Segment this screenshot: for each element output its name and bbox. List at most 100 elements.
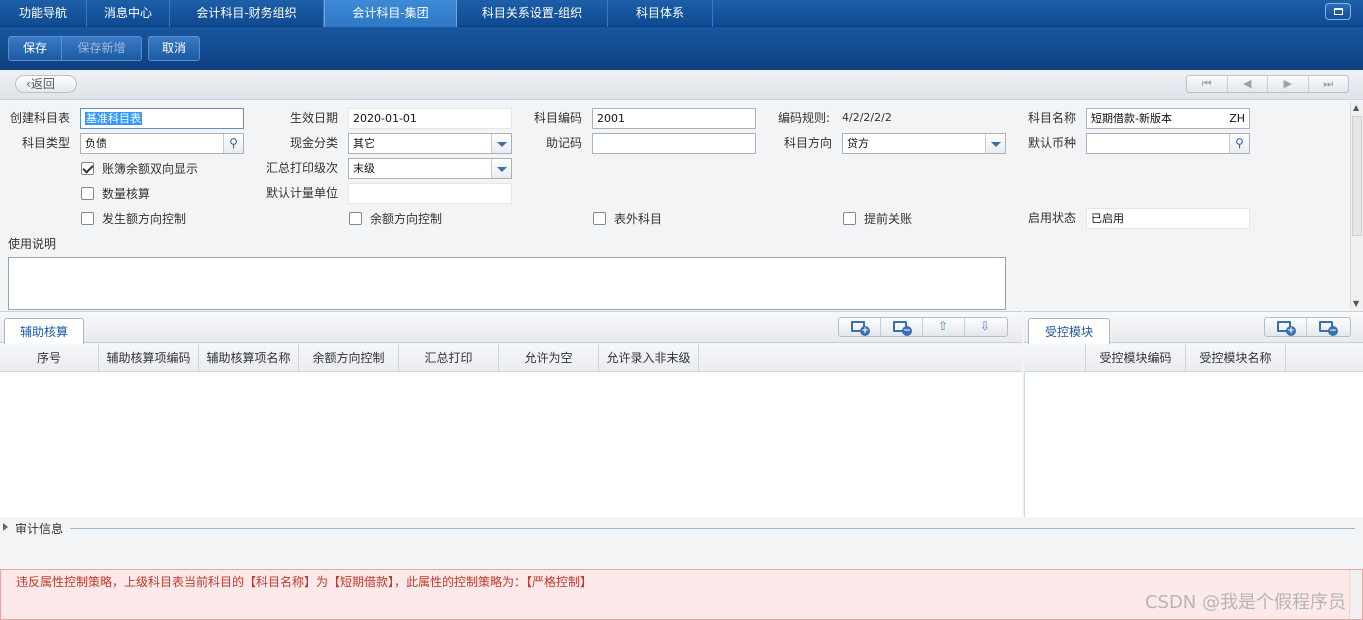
column-header[interactable]: 受控模块名称 [1186,344,1286,372]
tab-account-relation-org[interactable]: 科目关系设置-组织 [457,0,608,27]
quantity-label: 数量核算 [102,187,151,201]
ctrl-panel-header: 受控模块 [1024,311,1363,345]
move-up-button[interactable]: ⇧ [923,318,965,336]
account-name-field[interactable]: 短期借款-新版本 ZH [1086,108,1250,129]
arrow-up-icon: ⇧ [938,319,949,333]
code-rule-label: 编码规则: [777,111,830,125]
create-table-label: 创建科目表 [9,111,70,125]
column-header[interactable]: 序号 [0,344,99,372]
early-close-label: 提前关账 [864,212,913,226]
quantity-checkbox[interactable] [81,187,94,200]
add-module-button[interactable] [1265,318,1307,336]
move-down-button[interactable]: ⇩ [965,318,1007,336]
ctrl-table-body[interactable] [1024,372,1363,517]
account-type-field[interactable]: 负债 ⚲ [80,133,244,154]
create-table-field[interactable]: 基准科目表 [80,108,244,129]
chevron-down-icon[interactable] [985,134,1005,153]
search-icon[interactable]: ⚲ [223,134,243,153]
status-field: 已启用 [1086,208,1250,229]
effective-date-field[interactable]: 2020-01-01 [348,108,512,129]
status-label: 启用状态 [1027,211,1076,225]
usage-textarea[interactable] [8,257,1006,310]
direction-select[interactable]: 贷方 [842,133,1006,154]
tab-message-center[interactable]: 消息中心 [87,0,170,27]
scroll-down-icon[interactable]: ▼ [1353,299,1359,308]
delete-row-icon [1319,321,1338,336]
top-tab-bar: 功能导航 消息中心 会计科目-财务组织 会计科目-集团 科目关系设置-组织 科目… [0,0,1363,27]
window-icon [1334,8,1343,15]
arrow-down-icon: ⇩ [980,319,991,333]
window-restore-button[interactable] [1325,3,1351,20]
save-new-button[interactable]: 保存新增 [62,37,141,60]
language-indicator[interactable]: ZH [1229,109,1245,128]
unit-field[interactable] [348,183,512,204]
account-code-field[interactable]: 2001 [592,108,756,129]
ledger-balance-checkbox[interactable] [81,162,94,175]
tab-function-nav[interactable]: 功能导航 [0,0,87,27]
tab-aux-accounting[interactable]: 辅助核算 [4,318,84,345]
currency-field[interactable]: ⚲ [1086,133,1250,154]
account-form: 创建科目表 基准科目表 生效日期 2020-01-01 科目编码 2001 编码… [0,100,1350,310]
cancel-button-group: 取消 [148,36,200,61]
ledger-balance-label: 账簿余额双向显示 [102,162,199,176]
cancel-button[interactable]: 取消 [149,37,199,60]
back-button[interactable]: ‹返回 [15,75,77,93]
column-header[interactable]: 受控模块编码 [1086,344,1186,372]
aux-panel-header: 辅助核算 ⇧ ⇩ [0,311,1022,345]
early-close-checkbox[interactable] [843,212,856,225]
ctrl-table-header: 受控模块编码 受控模块名称 [1024,344,1363,372]
tab-account-group[interactable]: 会计科目-集团 [324,0,457,27]
scroll-up-icon[interactable]: ▲ [1353,103,1359,112]
occurrence-control-checkbox[interactable] [81,212,94,225]
last-record-icon[interactable]: ⏭ [1309,76,1349,92]
mnemonic-field[interactable] [592,133,756,154]
code-rule-value: 4/2/2/2/2 [842,111,892,124]
audit-toggle[interactable]: 审计信息 [15,520,63,537]
delete-module-button[interactable] [1307,318,1349,336]
next-record-icon[interactable]: ▶ [1268,76,1309,92]
add-row-icon [1277,321,1296,336]
cash-class-label: 现金分类 [289,136,338,150]
add-row-button[interactable] [839,318,881,336]
column-header[interactable]: 辅助核算项编码 [99,344,199,372]
column-header[interactable]: 汇总打印 [399,344,499,372]
search-icon[interactable]: ⚲ [1229,134,1249,153]
offbook-label: 表外科目 [614,212,663,226]
column-header[interactable]: 允许为空 [499,344,599,372]
tab-account-finance-org[interactable]: 会计科目-财务组织 [170,0,324,27]
offbook-checkbox[interactable] [593,212,606,225]
prev-record-icon[interactable]: ◀ [1228,76,1268,92]
chevron-down-icon[interactable] [491,159,511,178]
chevron-down-icon[interactable] [491,134,511,153]
unit-label: 默认计量单位 [265,186,338,200]
effective-date-label: 生效日期 [289,111,338,125]
tab-account-system[interactable]: 科目体系 [608,0,713,27]
cash-class-select[interactable]: 其它 [348,133,512,154]
add-row-icon [851,321,870,336]
error-scrollbar[interactable] [1349,570,1362,619]
form-scrollbar[interactable]: ▲ ▼ [1350,102,1363,309]
expand-triangle-icon[interactable] [3,523,8,531]
first-record-icon[interactable]: ⏮ [1187,76,1228,92]
column-header[interactable]: 允许录入非末级 [599,344,699,372]
summary-level-label: 汇总打印级次 [265,161,338,175]
watermark: CSDN @我是个假程序员 [1144,592,1346,613]
account-code-label: 科目编码 [533,111,582,125]
balance-direction-label: 余额方向控制 [370,212,443,226]
direction-label: 科目方向 [783,136,832,150]
delete-row-button[interactable] [881,318,923,336]
divider [70,528,1355,529]
summary-level-select[interactable]: 末级 [348,158,512,179]
tab-controlled-modules[interactable]: 受控模块 [1028,318,1110,345]
scroll-thumb[interactable] [1352,116,1362,236]
balance-direction-checkbox[interactable] [349,212,362,225]
aux-table-body[interactable] [0,372,1022,517]
back-bar: ‹返回 ⏮ ◀ ▶ ⏭ [0,70,1363,100]
save-button-group: 保存 保存新增 [8,36,142,61]
account-type-label: 科目类型 [21,136,70,150]
save-button[interactable]: 保存 [9,37,61,60]
account-name-label: 科目名称 [1027,111,1076,125]
toolbar: 保存 保存新增 取消 [0,27,1363,70]
column-header[interactable]: 余额方向控制 [299,344,399,372]
column-header[interactable]: 辅助核算项名称 [199,344,299,372]
